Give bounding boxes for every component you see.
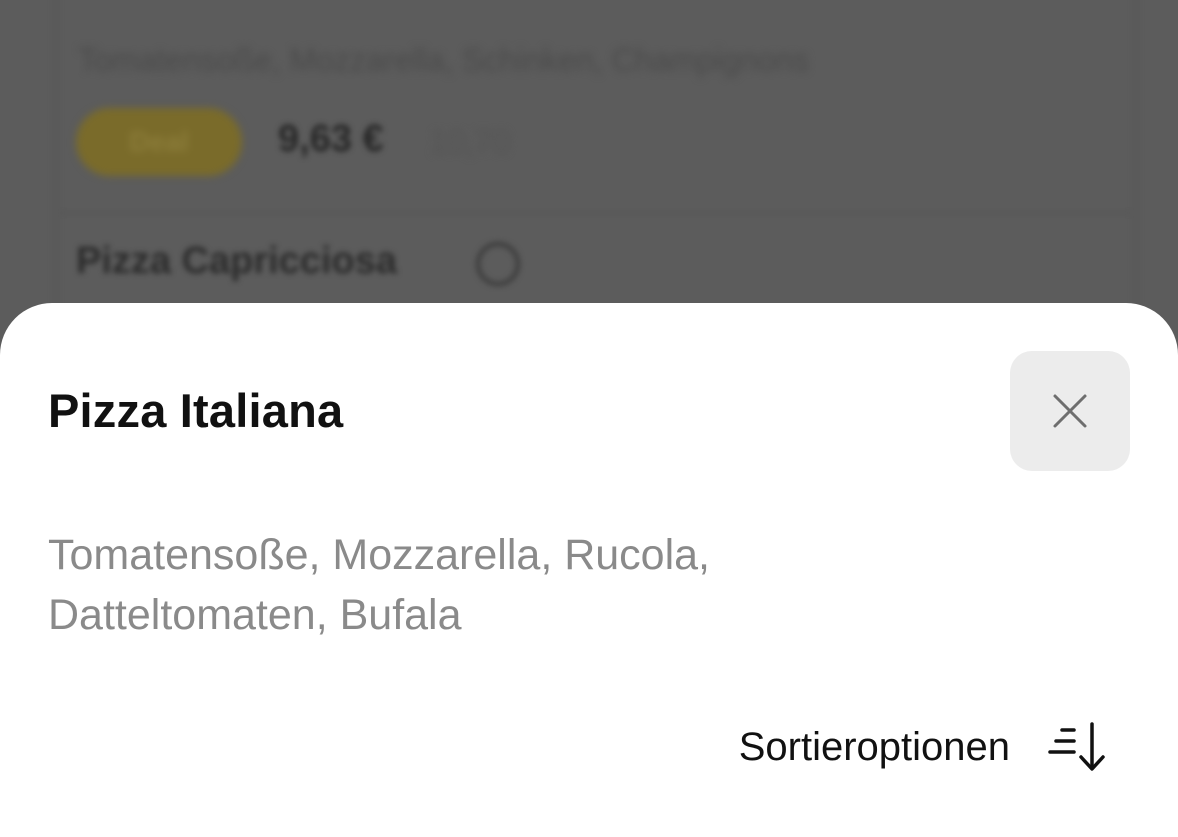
background-next-item-title: Pizza Capricciosa [76,240,398,282]
close-button[interactable] [1010,351,1130,471]
product-title: Pizza Italiana [48,384,344,437]
background-old-price: 10,70 [430,124,511,160]
background-ingredients: Tomatensoße, Mozzarella, Schinken, Champ… [78,42,810,78]
product-bottom-sheet: Pizza Italiana Tomatensoße, Mozzarella, … [0,303,1178,837]
sort-options-button[interactable]: Sortieroptionen [739,721,1108,773]
background-deal-badge: Deal [76,108,242,176]
background-price: 9,63 € [278,118,384,160]
sort-options-label: Sortieroptionen [738,724,1010,769]
product-description: Tomatensoße, Mozzarella, Rucola, Dattelt… [48,531,711,639]
info-icon [476,242,520,286]
background-divider [60,212,1130,214]
close-icon [1053,394,1087,428]
sort-descending-icon [1048,722,1105,771]
